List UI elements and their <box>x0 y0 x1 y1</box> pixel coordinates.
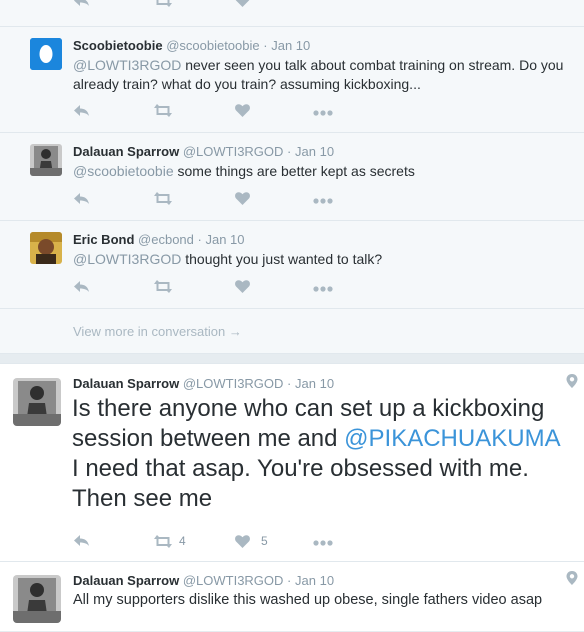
conversation-tweet[interactable]: Eric Bond @ecbond · Jan 10 @LOWTI3RGOD t… <box>0 220 584 308</box>
conversation-tweet[interactable]: Dalauan Sparrow @LOWTI3RGOD · Jan 10 @sc… <box>0 132 584 220</box>
more-icon[interactable] <box>313 110 333 116</box>
avatar[interactable] <box>30 144 62 176</box>
conversation-tweet[interactable]: Scoobietoobie @scoobietoobie · Jan 10 @L… <box>0 26 584 117</box>
location-pin-icon[interactable] <box>566 571 578 585</box>
author-name[interactable]: Dalauan Sparrow <box>73 376 179 391</box>
author-name[interactable]: Scoobietoobie <box>73 38 163 53</box>
retweet-icon[interactable] <box>153 0 173 7</box>
tweet-date[interactable]: Jan 10 <box>295 144 334 159</box>
reply-icon[interactable] <box>73 0 90 7</box>
separator: · <box>287 376 292 391</box>
like-count: 5 <box>261 534 268 548</box>
view-more-conversation-link[interactable]: View more in conversation → <box>73 324 242 339</box>
avatar[interactable] <box>13 575 61 623</box>
tweet-text: @LOWTI3RGOD never seen you talk about co… <box>73 56 578 94</box>
author-name[interactable]: Dalauan Sparrow <box>73 573 179 588</box>
tweet-date[interactable]: Jan 10 <box>205 232 244 247</box>
tweet-date[interactable]: Jan 10 <box>271 38 310 53</box>
separator: · <box>287 573 292 588</box>
tweet-text-content: thought you just wanted to talk? <box>181 251 383 267</box>
separator: · <box>197 232 202 247</box>
more-icon[interactable] <box>313 540 333 546</box>
separator: · <box>287 144 292 159</box>
tweet-text-content: I need that asap. You're obsessed with m… <box>72 455 529 512</box>
tweet-text: @LOWTI3RGOD thought you just wanted to t… <box>73 250 578 269</box>
tweet-date[interactable]: Jan 10 <box>295 376 334 391</box>
author-handle[interactable]: @LOWTI3RGOD <box>183 573 284 588</box>
tweet-text: @scoobietoobie some things are better ke… <box>73 162 578 181</box>
more-icon[interactable] <box>313 198 333 204</box>
like-icon[interactable] <box>235 0 250 7</box>
reply-icon[interactable] <box>73 534 90 547</box>
like-icon[interactable] <box>235 280 250 293</box>
retweet-icon[interactable] <box>153 280 173 293</box>
retweet-count: 4 <box>179 534 186 548</box>
avatar[interactable] <box>30 232 62 264</box>
like-icon[interactable] <box>235 104 250 117</box>
retweet-button[interactable]: 4 <box>153 534 186 548</box>
author-handle[interactable]: @LOWTI3RGOD <box>183 144 284 159</box>
focused-tweet-text: Is there anyone who can set up a kickbox… <box>72 394 572 514</box>
retweet-icon[interactable] <box>153 192 173 205</box>
mention-link[interactable]: @LOWTI3RGOD <box>73 57 181 73</box>
reply-icon[interactable] <box>73 280 90 293</box>
author-handle[interactable]: @scoobietoobie <box>166 38 259 53</box>
divider <box>0 308 584 309</box>
author-name[interactable]: Dalauan Sparrow <box>73 144 179 159</box>
tweet-text-content: some things are better kept as secrets <box>173 163 415 179</box>
reply-icon[interactable] <box>73 192 90 205</box>
avatar[interactable] <box>13 378 61 426</box>
retweet-icon[interactable] <box>153 104 173 117</box>
reply-icon[interactable] <box>73 104 90 117</box>
like-icon <box>235 534 250 548</box>
author-handle[interactable]: @LOWTI3RGOD <box>183 376 284 391</box>
retweet-icon <box>154 534 172 548</box>
avatar[interactable] <box>30 38 62 70</box>
tweet-date[interactable]: Jan 10 <box>295 573 334 588</box>
location-pin-icon[interactable] <box>566 374 578 388</box>
mention-link[interactable]: @PIKACHUAKUMA <box>344 425 559 452</box>
mention-link[interactable]: @LOWTI3RGOD <box>73 251 181 267</box>
tweet-text: All my supporters dislike this washed up… <box>73 592 543 608</box>
like-button[interactable]: 5 <box>235 534 268 548</box>
like-icon[interactable] <box>235 192 250 205</box>
mention-link[interactable]: @scoobietoobie <box>73 163 174 179</box>
conversation-thread: Scoobietoobie @scoobietoobie · Jan 10 @L… <box>0 0 584 354</box>
timeline-tweet[interactable]: Dalauan Sparrow @LOWTI3RGOD · Jan 10 All… <box>0 561 584 632</box>
separator: · <box>263 38 268 53</box>
author-handle[interactable]: @ecbond <box>138 232 194 247</box>
more-icon[interactable] <box>313 286 333 292</box>
author-name[interactable]: Eric Bond <box>73 232 134 247</box>
